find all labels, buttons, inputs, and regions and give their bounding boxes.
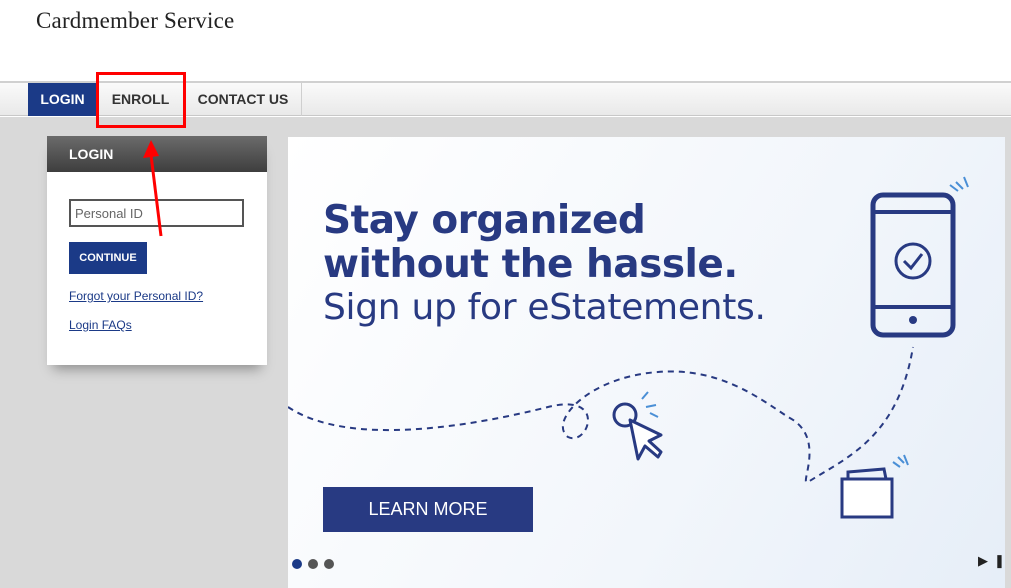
nav-login[interactable]: LOGIN — [28, 83, 97, 116]
play-icon[interactable]: ▶ — [978, 553, 988, 569]
login-faqs-link[interactable]: Login FAQs — [69, 318, 132, 332]
carousel-dot[interactable] — [308, 559, 318, 569]
personal-id-input[interactable] — [69, 199, 244, 227]
cursor-click-icon — [612, 391, 663, 461]
banner-headline: Stay organized without the hassle. — [323, 199, 738, 287]
brand-title: Cardmember Service — [36, 8, 235, 33]
continue-button[interactable]: CONTINUE — [69, 242, 147, 274]
top-nav: LOGIN ENROLL CONTACT US — [0, 81, 1011, 116]
pause-icon[interactable]: ❚❚ — [994, 553, 1005, 569]
learn-more-button[interactable]: LEARN MORE — [323, 487, 533, 532]
banner-headline-line-1: Stay organized — [323, 198, 646, 243]
carousel-dot[interactable] — [324, 559, 334, 569]
nav-contact-us[interactable]: CONTACT US — [185, 83, 302, 116]
promo-banner: Stay organized without the hassle. Sign … — [288, 137, 1005, 588]
nav-enroll[interactable]: ENROLL — [97, 83, 185, 116]
banner-headline-line-2: without the hassle. — [323, 242, 738, 287]
login-panel-header: LOGIN — [47, 136, 267, 172]
login-panel: LOGIN CONTINUE Forgot your Personal ID? … — [47, 136, 267, 365]
forgot-personal-id-link[interactable]: Forgot your Personal ID? — [69, 289, 203, 303]
banner-subhead: Sign up for eStatements. — [323, 287, 766, 328]
carousel-dots — [292, 556, 340, 574]
folder-document-icon — [840, 454, 909, 519]
carousel-dot[interactable] — [292, 559, 302, 569]
smartphone-check-icon — [870, 176, 969, 338]
